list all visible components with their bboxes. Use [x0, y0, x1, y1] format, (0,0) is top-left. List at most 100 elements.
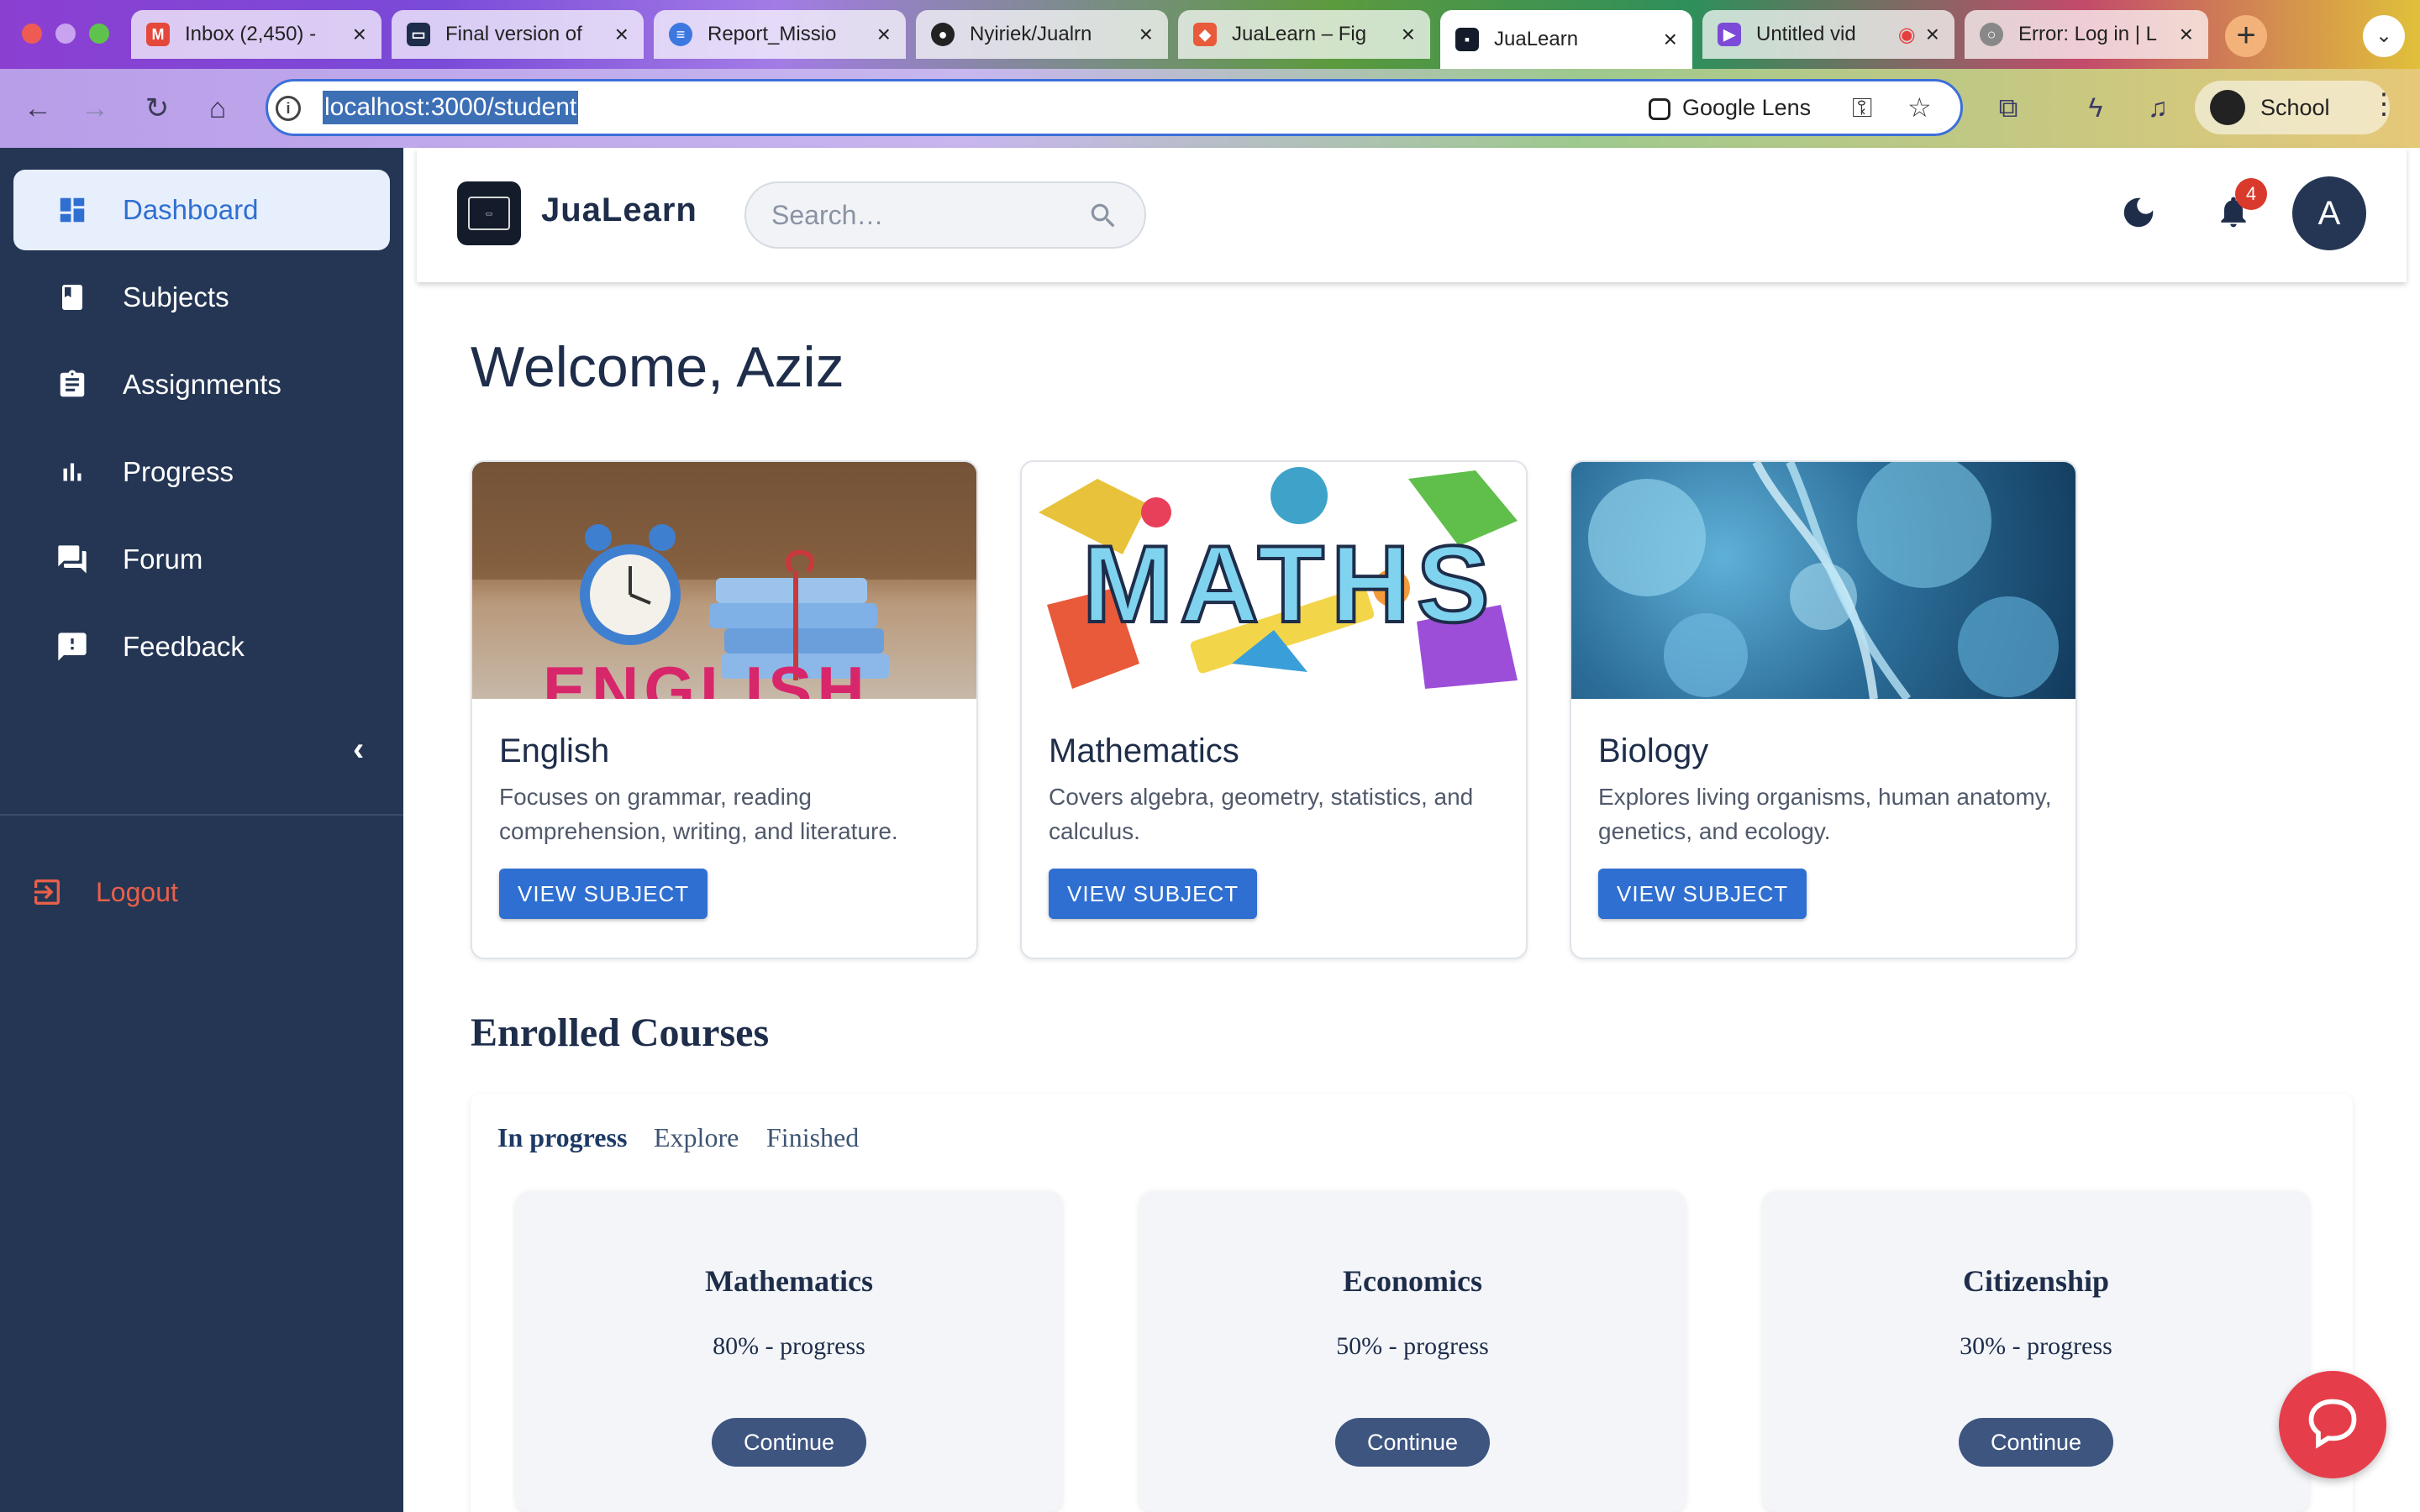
enrolled-courses-heading: Enrolled Courses: [471, 1011, 770, 1055]
continue-button[interactable]: Continue: [1959, 1418, 2113, 1467]
close-tab-icon[interactable]: ×: [1926, 21, 1939, 48]
course-name: Mathematics: [705, 1264, 873, 1298]
browser-tab[interactable]: ▶ Untitled vid ◉ ×: [1702, 10, 1954, 59]
user-avatar[interactable]: A: [2292, 176, 2366, 250]
logout-icon: [30, 875, 64, 909]
brand-name[interactable]: JuaLearn: [541, 192, 697, 229]
mathematics-subject-image: MATHS: [1022, 462, 1526, 699]
search-box[interactable]: [744, 181, 1146, 249]
browser-tab[interactable]: ▭ Final version of ×: [392, 10, 644, 59]
sidebar-item-progress[interactable]: Progress: [13, 432, 390, 512]
continue-button[interactable]: Continue: [712, 1418, 866, 1467]
subject-card-biology: Biology Explores living organisms, human…: [1570, 460, 2077, 959]
close-tab-icon[interactable]: ×: [1664, 26, 1677, 53]
close-tab-icon[interactable]: ×: [615, 21, 629, 48]
browser-tab[interactable]: ○ Error: Log in | L ×: [1965, 10, 2208, 59]
book-icon: [55, 281, 89, 314]
collapse-sidebar-chevron-icon[interactable]: ‹: [353, 731, 364, 769]
sidebar-item-subjects[interactable]: Subjects: [13, 257, 390, 338]
sidebar-item-forum[interactable]: Forum: [13, 519, 390, 600]
tab-finished[interactable]: Finished: [766, 1122, 859, 1153]
github-icon: ●: [931, 23, 955, 46]
subject-description: Explores living organisms, human anatomy…: [1598, 784, 2052, 844]
course-card-citizenship: Citizenship 30% - progress Continue: [1763, 1191, 2309, 1512]
maths-image-lettering: MATHS: [1081, 521, 1497, 647]
feedback-icon: [55, 630, 89, 664]
course-name: Citizenship: [1962, 1264, 2110, 1298]
google-lens-icon: [1649, 97, 1670, 120]
logo-mark: ▭: [468, 197, 510, 230]
tab-explore[interactable]: Explore: [654, 1122, 739, 1153]
chat-bubble-icon: [2304, 1394, 2361, 1456]
window-minimize-control[interactable]: [55, 24, 76, 44]
close-tab-icon[interactable]: ×: [353, 21, 366, 48]
course-progress: 80% - progress: [713, 1332, 865, 1360]
globe-icon: ○: [1980, 23, 2003, 46]
course-name: Economics: [1343, 1264, 1482, 1298]
subject-title: English: [499, 732, 610, 769]
video-icon: ▶: [1718, 23, 1741, 46]
docs-icon: ≡: [669, 23, 692, 46]
browser-tab[interactable]: ● Nyiriek/Jualrn ×: [916, 10, 1168, 59]
continue-button[interactable]: Continue: [1335, 1418, 1490, 1467]
browser-tab[interactable]: M Inbox (2,450) - ×: [131, 10, 381, 59]
app-header: [417, 148, 2407, 282]
browser-menu-icon[interactable]: ⋮: [2370, 87, 2398, 121]
close-tab-icon[interactable]: ×: [1402, 21, 1415, 48]
view-subject-button[interactable]: VIEW SUBJECT: [1049, 869, 1258, 919]
browser-tab-active[interactable]: ▪ JuaLearn ×: [1440, 10, 1692, 69]
back-icon[interactable]: ←: [17, 87, 59, 129]
search-icon[interactable]: [1087, 200, 1119, 236]
english-subject-image: ENGLISH: [472, 462, 976, 699]
figma-icon: ◆: [1193, 23, 1217, 46]
reload-icon[interactable]: ↻: [136, 87, 178, 129]
dark-mode-moon-icon[interactable]: [2119, 193, 2158, 236]
english-image-lettering: ENGLISH: [543, 653, 870, 699]
password-key-icon[interactable]: ⚿: [1852, 91, 1872, 124]
sidebar-item-assignments[interactable]: Assignments: [13, 344, 390, 425]
doc-icon: ▭: [407, 23, 430, 46]
browser-tab[interactable]: ≡ Report_Missio ×: [654, 10, 906, 59]
browser-tab[interactable]: ◆ JuaLearn – Fig ×: [1178, 10, 1430, 59]
tab-in-progress[interactable]: In progress: [497, 1122, 627, 1153]
url-text[interactable]: localhost:3000/student: [323, 91, 579, 124]
view-subject-button[interactable]: VIEW SUBJECT: [499, 869, 708, 919]
subject-title: Mathematics: [1049, 732, 1239, 769]
jualearn-logo[interactable]: ▭: [457, 181, 521, 245]
course-card-economics: Economics 50% - progress Continue: [1139, 1191, 1686, 1512]
notification-badge: 4: [2235, 178, 2267, 210]
media-controls-icon[interactable]: ♫: [2139, 89, 2176, 126]
close-tab-icon[interactable]: ×: [1139, 21, 1153, 48]
view-subject-button[interactable]: VIEW SUBJECT: [1598, 869, 1807, 919]
logout-button[interactable]: Logout: [30, 875, 178, 909]
course-progress: 30% - progress: [1960, 1332, 2112, 1360]
window-zoom-control[interactable]: [89, 24, 109, 44]
window-close-control[interactable]: [22, 24, 42, 44]
clipboard-icon: [55, 368, 89, 402]
subject-description: Covers algebra, geometry, statistics, an…: [1049, 784, 1474, 844]
chat-button[interactable]: [2279, 1371, 2386, 1478]
course-progress: 50% - progress: [1336, 1332, 1489, 1360]
welcome-heading: Welcome, Aziz: [471, 335, 844, 399]
forward-icon[interactable]: →: [74, 87, 116, 129]
jualearn-icon: ▪: [1455, 28, 1479, 51]
sidebar-item-dashboard[interactable]: Dashboard: [13, 170, 390, 250]
extensions-puzzle-icon[interactable]: ⧉: [1990, 89, 2027, 126]
site-info-icon[interactable]: i: [276, 96, 301, 121]
close-tab-icon[interactable]: ×: [2180, 21, 2193, 48]
course-card-mathematics: Mathematics 80% - progress Continue: [516, 1191, 1062, 1512]
sidebar-divider: [0, 814, 403, 816]
new-tab-button[interactable]: +: [2225, 15, 2267, 57]
bar-chart-icon: [55, 455, 89, 489]
close-tab-icon[interactable]: ×: [877, 21, 891, 48]
subject-description: Focuses on grammar, reading comprehensio…: [499, 784, 898, 844]
profile-button[interactable]: School: [2195, 81, 2390, 134]
google-lens-button[interactable]: Google Lens: [1649, 91, 1811, 124]
search-input[interactable]: [771, 198, 1074, 232]
tab-search-chevron-icon[interactable]: ⌄: [2363, 15, 2405, 57]
extension-bolt-icon[interactable]: ϟ: [2077, 89, 2114, 126]
forum-icon: [55, 543, 89, 576]
sidebar-item-feedback[interactable]: Feedback: [13, 606, 390, 687]
bookmark-star-icon[interactable]: ☆: [1907, 91, 1932, 124]
home-icon[interactable]: ⌂: [197, 87, 239, 129]
